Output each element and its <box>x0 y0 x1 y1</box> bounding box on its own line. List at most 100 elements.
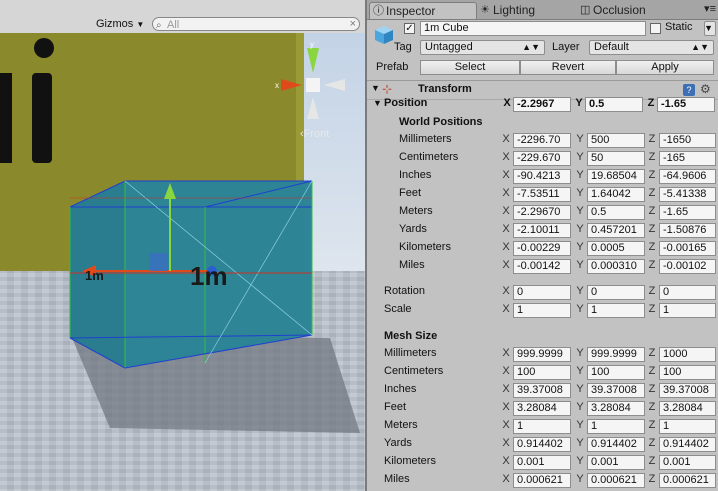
tab-inspector[interactable]: ⓘ Inspector <box>369 2 477 19</box>
z-value-field[interactable]: 0.000621 <box>659 473 716 488</box>
x-value-field[interactable]: 0.001 <box>513 455 571 470</box>
x-value-field[interactable]: -2.29670 <box>513 205 571 220</box>
y-value-field[interactable]: 0.5 <box>587 205 645 220</box>
axis-z-label: Z <box>648 285 656 297</box>
x-value-field[interactable]: 999.9999 <box>513 347 571 362</box>
gear-icon[interactable]: ⚙ <box>700 82 711 96</box>
z-value-field[interactable]: 1000 <box>659 347 716 362</box>
x-value-field[interactable]: 0.000621 <box>513 473 571 488</box>
prefab-select-button[interactable]: Select <box>420 60 520 75</box>
y-value-field[interactable]: 1 <box>587 419 645 434</box>
z-value-field[interactable]: -64.9606 <box>659 169 716 184</box>
x-value-field[interactable]: -2.10011 <box>513 223 571 238</box>
tab-label: Occlusion <box>593 3 646 17</box>
axis-z-label: Z <box>648 241 656 253</box>
help-icon[interactable]: ? <box>683 84 695 96</box>
prefab-apply-button[interactable]: Apply <box>616 60 714 75</box>
y-value-field[interactable]: 3.28084 <box>587 401 645 416</box>
static-dropdown[interactable]: ▼ <box>704 21 716 36</box>
y-value-field[interactable]: 50 <box>587 151 645 166</box>
row-label: Miles <box>384 473 410 485</box>
x-value-field[interactable]: 1 <box>513 419 571 434</box>
axis-z-label: Z <box>648 151 656 163</box>
z-value-field[interactable]: 0.001 <box>659 455 716 470</box>
row-label: Feet <box>384 401 407 413</box>
axis-y-label: Y <box>576 455 584 467</box>
row-label: Millimeters <box>399 133 452 145</box>
object-name-field[interactable]: 1m Cube <box>420 21 646 36</box>
axis-z-label: Z <box>648 455 656 467</box>
tag-label: Tag <box>394 41 412 53</box>
y-value-field[interactable]: 19.68504 <box>587 169 645 184</box>
static-label: Static <box>665 21 693 33</box>
axis-y-label: Y <box>576 169 584 181</box>
z-value-field[interactable]: -1.65 <box>659 205 716 220</box>
view-label[interactable]: ‹Front <box>300 128 329 140</box>
x-value-field[interactable]: 100 <box>513 365 571 380</box>
z-value-field[interactable]: 1 <box>659 419 716 434</box>
z-value-field[interactable]: -165 <box>659 151 716 166</box>
z-value-field[interactable]: -1.50876 <box>659 223 716 238</box>
y-value-field[interactable]: 0.0005 <box>587 241 645 256</box>
y-value-field[interactable]: 100 <box>587 365 645 380</box>
z-value-field[interactable]: 0.914402 <box>659 437 716 452</box>
y-value-field[interactable]: 0.000310 <box>587 259 645 274</box>
tab-lighting[interactable]: ☀ Lighting <box>477 2 577 19</box>
x-value-field[interactable]: -0.00142 <box>513 259 571 274</box>
position-x-field[interactable]: -2.2967 <box>513 97 571 112</box>
z-value-field[interactable]: 3.28084 <box>659 401 716 416</box>
y-value-field[interactable]: 0.914402 <box>587 437 645 452</box>
axis-z-label: Z <box>648 223 656 235</box>
z-value-field[interactable]: -5.41338 <box>659 187 716 202</box>
axis-y-label: Y <box>576 347 584 359</box>
y-value-field[interactable]: 999.9999 <box>587 347 645 362</box>
scale-y-field[interactable]: 1 <box>587 303 645 318</box>
z-value-field[interactable]: -1650 <box>659 133 716 148</box>
z-value-field[interactable]: -0.00102 <box>659 259 716 274</box>
y-value-field[interactable]: 0.001 <box>587 455 645 470</box>
x-value-field[interactable]: 3.28084 <box>513 401 571 416</box>
tab-occlusion[interactable]: ◫ Occlusion <box>577 2 687 19</box>
wall-letter-i <box>32 73 52 163</box>
tag-value: Untagged <box>425 41 473 53</box>
y-value-field[interactable]: 0.457201 <box>587 223 645 238</box>
tab-menu-icon[interactable]: ▾≡ <box>704 2 716 15</box>
position-y-field[interactable]: 0.5 <box>585 97 643 112</box>
clear-search-icon[interactable]: × <box>350 17 356 31</box>
scale-z-field[interactable]: 1 <box>659 303 716 318</box>
axis-y-label: Y <box>576 473 584 485</box>
x-value-field[interactable]: -0.00229 <box>513 241 571 256</box>
static-checkbox[interactable] <box>650 23 661 34</box>
y-value-field[interactable]: 500 <box>587 133 645 148</box>
scene-view[interactable]: Gizmos ▼ ⌕ All × 1m 1m y x ‹Front <box>0 0 365 491</box>
y-value-field[interactable]: 39.37008 <box>587 383 645 398</box>
active-checkbox[interactable]: ✓ <box>404 23 415 34</box>
position-z-field[interactable]: -1.65 <box>657 97 715 112</box>
tag-dropdown[interactable]: Untagged ▲▼ <box>420 40 545 55</box>
z-value-field[interactable]: -0.00165 <box>659 241 716 256</box>
x-value-field[interactable]: 39.37008 <box>513 383 571 398</box>
z-value-field[interactable]: 100 <box>659 365 716 380</box>
axis-z-label: Z <box>648 205 656 217</box>
row-label: Kilometers <box>384 455 436 467</box>
x-value-field[interactable]: -7.53511 <box>513 187 571 202</box>
x-value-field[interactable]: -2296.70 <box>513 133 571 148</box>
scale-x-field[interactable]: 1 <box>513 303 571 318</box>
gizmos-dropdown[interactable]: Gizmos ▼ <box>92 17 148 32</box>
layer-value: Default <box>594 41 629 53</box>
y-value-field[interactable]: 0.000621 <box>587 473 645 488</box>
x-value-field[interactable]: 0.914402 <box>513 437 571 452</box>
rotation-x-field[interactable]: 0 <box>513 285 571 300</box>
prefab-revert-button[interactable]: Revert <box>520 60 616 75</box>
gizmos-label: Gizmos <box>96 18 134 30</box>
scene-viewport[interactable]: 1m 1m y x <box>0 33 365 491</box>
x-value-field[interactable]: -229.670 <box>513 151 571 166</box>
rotation-z-field[interactable]: 0 <box>659 285 716 300</box>
layer-dropdown[interactable]: Default ▲▼ <box>589 40 714 55</box>
x-value-field[interactable]: -90.4213 <box>513 169 571 184</box>
search-input[interactable]: ⌕ All × <box>152 17 360 31</box>
y-value-field[interactable]: 1.64042 <box>587 187 645 202</box>
axis-x-label: X <box>502 285 510 297</box>
rotation-y-field[interactable]: 0 <box>587 285 645 300</box>
z-value-field[interactable]: 39.37008 <box>659 383 716 398</box>
